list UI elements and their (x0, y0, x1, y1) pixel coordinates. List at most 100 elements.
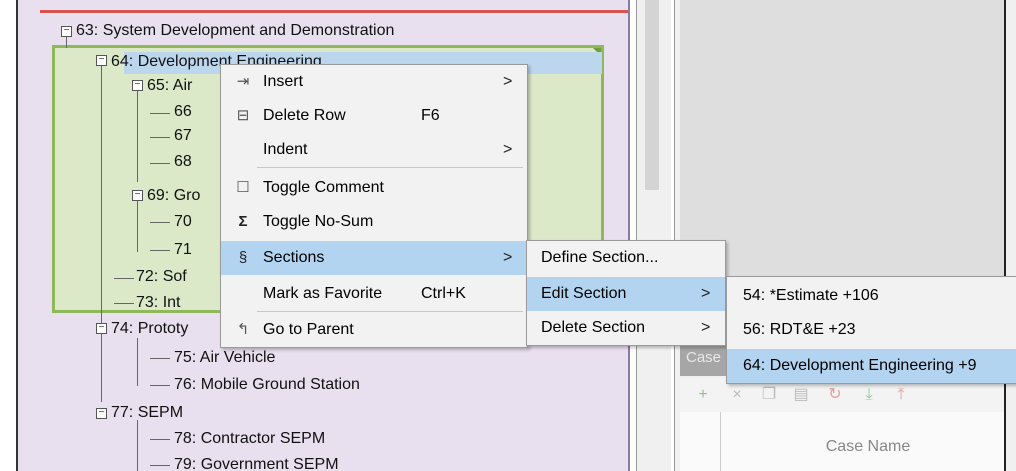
menu-item-section-56[interactable]: 56: RDT&E +23 (727, 313, 1016, 347)
collapse-toggle[interactable]: − (132, 190, 143, 201)
submenu-arrow-icon: > (701, 285, 711, 302)
tree-line (66, 36, 67, 48)
tree-line (137, 200, 138, 252)
tree-node-label: 67 (174, 127, 192, 144)
section-icon: § (238, 249, 248, 266)
menu-item-label: Delete Section (541, 319, 646, 336)
tree-node[interactable]: 68 (174, 150, 192, 174)
case-panel-title: Case (686, 349, 722, 366)
collapse-toggle[interactable]: − (96, 323, 107, 334)
tree-line (150, 465, 170, 466)
menu-item-edit-section[interactable]: Edit Section > (527, 277, 725, 311)
collapse-toggle[interactable]: − (132, 80, 143, 91)
tree-line (101, 330, 102, 402)
comment-icon: ☐ (236, 179, 250, 196)
add-case-button[interactable]: + (694, 386, 712, 404)
tree-node[interactable]: 71 (174, 238, 192, 262)
tree-line (150, 439, 170, 440)
submenu-arrow-icon: > (701, 319, 711, 336)
tree-node-label: 72: Sof (136, 268, 187, 285)
app-window: ig − − − − − − 63: System Development an… (0, 0, 1016, 471)
menu-item-delete-section[interactable]: Delete Section > (527, 311, 725, 345)
menu-item-section-54[interactable]: 54: *Estimate +106 (727, 279, 1016, 313)
collapse-toggle[interactable]: − (96, 55, 107, 66)
tree-node[interactable]: 78: Contractor SEPM (174, 427, 325, 451)
menu-item-section-64[interactable]: 64: Development Engineering +9 (727, 349, 1016, 383)
tree-node[interactable]: 76: Mobile Ground Station (174, 373, 360, 397)
tree-line (137, 338, 138, 386)
tree-node-label: 71 (174, 241, 192, 258)
refresh-icon[interactable]: ↻ (826, 386, 844, 404)
collapse-toggle[interactable]: − (61, 26, 72, 37)
tree-node-label: 70 (174, 213, 192, 230)
menu-item-define-section[interactable]: Define Section... (527, 241, 725, 275)
menu-item-label: Delete Row (263, 107, 346, 124)
menu-item-label: Insert (263, 73, 304, 90)
context-menu: ⇥ Insert > ⊟ Delete Row F6 Indent > ☐ To… (220, 64, 528, 348)
remove-case-button[interactable]: × (728, 386, 746, 404)
tree-node[interactable]: 70 (174, 210, 192, 234)
submenu-arrow-icon: > (503, 141, 513, 158)
menu-item-shortcut: F6 (421, 107, 440, 124)
tree-node[interactable]: 69: Gro (147, 184, 200, 208)
tree-line (150, 113, 170, 114)
menu-item-indent[interactable]: Indent > (221, 133, 527, 167)
menu-separator (257, 167, 523, 168)
menu-item-label: Indent (263, 141, 308, 158)
tree-node[interactable]: 66 (174, 100, 192, 124)
tree-line (150, 358, 170, 359)
insert-icon: ⇥ (236, 73, 250, 90)
tree-line (114, 278, 134, 279)
tree-node-label: 76: Mobile Ground Station (174, 376, 360, 393)
tree-node-label: 66 (174, 103, 192, 120)
case-name-column-header[interactable]: Case Name (720, 438, 1016, 456)
tree-node[interactable]: 74: Prototy (111, 317, 188, 341)
submenu-arrow-icon: > (503, 73, 513, 90)
tree-line (114, 303, 134, 304)
menu-item-sections[interactable]: § Sections > (221, 241, 527, 275)
menu-item-shortcut: Ctrl+K (421, 285, 466, 302)
copy-icon[interactable]: ❐ (760, 386, 778, 404)
no-sum-icon: Σ (238, 213, 248, 230)
tree-line (150, 222, 170, 223)
tree-node[interactable]: 73: Int (136, 291, 180, 315)
menu-item-mark-as-favorite[interactable]: Mark as Favorite Ctrl+K (221, 277, 527, 311)
case-grid[interactable]: Case Name (680, 412, 1016, 471)
menu-item-label: Go to Parent (263, 321, 354, 338)
splitter-pane (636, 0, 671, 471)
tree-line (150, 250, 170, 251)
menu-item-toggle-no-sum[interactable]: Σ Toggle No-Sum (221, 205, 527, 239)
tree-node[interactable]: 65: Air (147, 74, 192, 98)
tree-node-label: 79: Government SEPM (174, 456, 339, 471)
tree-node-label: 68 (174, 153, 192, 170)
menu-item-toggle-comment[interactable]: ☐ Toggle Comment (221, 171, 527, 205)
vertical-scrollbar[interactable] (645, 0, 659, 190)
submenu-arrow-icon: > (503, 249, 513, 266)
window-edge (1004, 0, 1016, 471)
tree-node-label: 73: Int (136, 294, 181, 311)
tree-line (150, 137, 170, 138)
tree-node[interactable]: 63: System Development and Demonstration (76, 19, 394, 43)
collapse-toggle[interactable]: − (96, 408, 107, 419)
export-icon[interactable]: ⤒ (892, 386, 910, 404)
tree-node[interactable]: 75: Air Vehicle (174, 346, 275, 370)
tree-node-label: 69: Gro (147, 187, 201, 204)
menu-item-label: 64: Development Engineering +9 (743, 357, 977, 374)
tree-node[interactable]: 77: SEPM (111, 401, 183, 425)
tree-node[interactable]: 79: Government SEPM (174, 453, 339, 471)
menu-item-go-to-parent[interactable]: ↰ Go to Parent (221, 313, 527, 347)
tree-line (137, 420, 138, 471)
tree-line (137, 90, 138, 182)
paste-icon[interactable]: ▤ (792, 386, 810, 404)
sections-submenu: Define Section... Edit Section > Delete … (526, 240, 726, 346)
panel-top-border (40, 10, 628, 13)
import-icon[interactable]: ⤓ (860, 386, 878, 404)
menu-item-insert[interactable]: ⇥ Insert > (221, 65, 527, 99)
menu-item-label: Define Section... (541, 249, 659, 266)
tree-node[interactable]: 67 (174, 124, 192, 148)
tree-node[interactable]: 72: Sof (136, 265, 187, 289)
menu-item-label: Sections (263, 249, 325, 266)
menu-item-delete-row[interactable]: ⊟ Delete Row F6 (221, 99, 527, 133)
edit-section-submenu: 54: *Estimate +106 56: RDT&E +23 64: Dev… (726, 276, 1016, 384)
tree-line (101, 66, 102, 326)
